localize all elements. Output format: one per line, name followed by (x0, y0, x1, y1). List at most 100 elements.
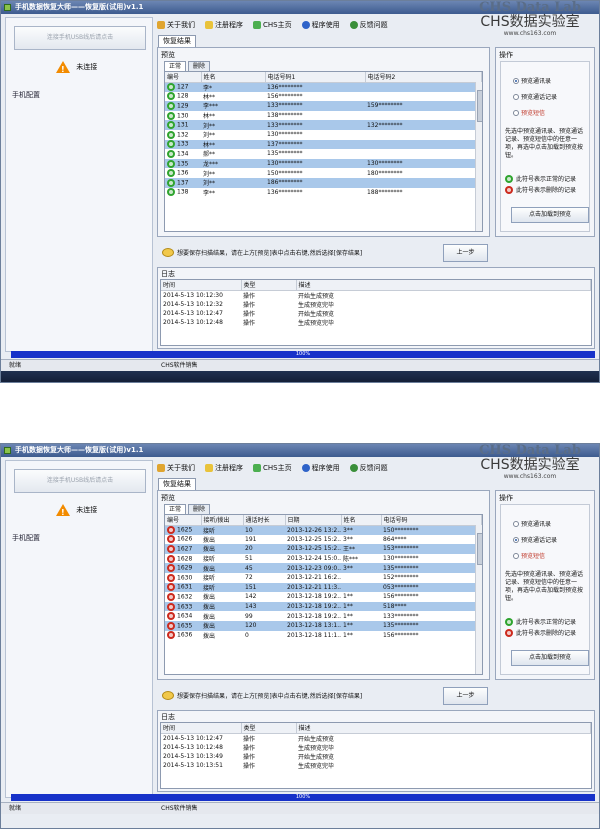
table-row[interactable]: 137 刘** 186******** (165, 177, 482, 188)
previous-step-button[interactable]: 上一步 (443, 244, 488, 262)
table-row[interactable]: 1636 拨出 0 2013-12-18 11:1... 1** 156******** (165, 631, 482, 641)
feedback-icon (349, 464, 358, 472)
radio-contacts[interactable]: 预览通讯录 (513, 76, 551, 85)
radio-calllog[interactable]: 预览通话记录 (513, 535, 557, 544)
deleted-record-icon (167, 564, 175, 573)
table-cell: 刘** (201, 120, 265, 130)
preview-subtabs: 正常 删除 (164, 61, 211, 71)
table-row[interactable]: 128 林** 156******** (165, 92, 482, 102)
deleted-record-icon (167, 612, 175, 621)
table-row[interactable]: 133 林** 137******** (165, 139, 482, 150)
table-row[interactable]: 1635 拨出 120 2013-12-18 13:1... 1** 135*******… (165, 620, 482, 631)
table-row[interactable]: 131 刘** 133******** 132******** (165, 120, 482, 130)
log-row[interactable]: 2014-5-13 10:12:30 操作 开始生成预览 (161, 290, 591, 300)
log-cell: 2014-5-13 10:12:48 (163, 318, 223, 326)
radio-sms-button[interactable] (513, 109, 519, 116)
status-sales: CHS软件销售 (161, 805, 198, 812)
table-row[interactable]: 1633 拨出 143 2013-12-18 19:2... 1** 518**** (165, 601, 482, 612)
log-row[interactable]: 2014-5-13 10:12:48 操作 生成预览完毕 (161, 743, 591, 752)
table-row[interactable]: 1625 接听 10 2013-12-26 13:2... 3** 150******** (165, 525, 482, 535)
radio-sms-button[interactable] (513, 552, 519, 559)
table-row[interactable]: 130 林** 138******** (165, 111, 482, 121)
register-button[interactable]: 注册程序 (205, 463, 243, 473)
preview-col-0: 编号 (165, 515, 202, 526)
tab-recover-result[interactable]: 恢复结果 (158, 478, 196, 490)
log-cell: 2014-5-13 10:13:49 (163, 752, 223, 760)
log-row[interactable]: 2014-5-13 10:13:51 操作 生成预览完毕 (161, 761, 591, 770)
log-title: 日志 (161, 713, 175, 721)
tab-recover-result[interactable]: 恢复结果 (158, 35, 196, 47)
table-row[interactable]: 1626 拨出 191 2013-12-25 15:2... 3** 864**** (165, 535, 482, 545)
feedback-button[interactable]: 反馈问题 (349, 463, 388, 473)
tab-normal[interactable]: 正常 (164, 504, 187, 514)
log-row[interactable]: 2014-5-13 10:12:47 操作 开始生成预览 (161, 733, 591, 743)
table-row[interactable]: 136 刘** 150******** 180******** (165, 168, 482, 178)
preview-grid[interactable]: 编号 接听/拨出 通话时长 日期 姓名 电话号码 1625 接听 10 2013-12-26 1… (164, 514, 483, 675)
table-cell: 188******** (367, 188, 403, 196)
program-help-button[interactable]: 程序使用 (301, 463, 340, 473)
table-row[interactable]: 1629 拨出 45 2013-12-23 09:0... 3** 135******** (165, 563, 482, 573)
normal-record-icon (167, 121, 175, 130)
about-us-button[interactable]: 关于我们 (157, 463, 195, 473)
chs-home-button[interactable]: CHS主页 (253, 463, 292, 473)
log-row[interactable]: 2014-5-13 10:12:32 操作 生成预览完毕 (161, 300, 591, 309)
log-row[interactable]: 2014-5-13 10:12:47 操作 开始生成预览 (161, 309, 591, 318)
program-help-button[interactable]: 程序使用 (301, 20, 340, 30)
load-preview-button[interactable]: 点击加载到预览 (511, 207, 589, 223)
table-row[interactable]: 1632 拨出 142 2013-12-18 19:2... 1** 156*******… (165, 592, 482, 602)
table-cell: 1633 (165, 601, 201, 612)
radio-sms[interactable]: 预览短信 (513, 551, 545, 560)
app-icon (4, 4, 11, 11)
radio-contacts-button[interactable] (513, 77, 519, 84)
log-cell: 2014-5-13 10:12:47 (163, 734, 223, 742)
tab-normal[interactable]: 正常 (164, 61, 187, 71)
tab-deleted[interactable]: 删除 (188, 504, 211, 514)
preview-grid[interactable]: 编号 姓名 电话号码1 电话号码2 127 李* 136******** 128 林** 156… (164, 71, 483, 232)
chs-home-button[interactable]: CHS主页 (253, 20, 292, 30)
log-grid[interactable]: 时间 类型 描述 2014-5-13 10:12:30 操作 开始生成预览 2014-… (160, 279, 592, 346)
radio-sms[interactable]: 预览短信 (513, 108, 545, 117)
feedback-button[interactable]: 反馈问题 (349, 20, 388, 30)
table-cell: 1634 (165, 611, 201, 621)
table-cell: 3** (341, 563, 381, 573)
table-cell: 2013-12-18 19:2... (287, 612, 341, 620)
load-preview-button[interactable]: 点击加载到预览 (511, 650, 589, 666)
previous-step-button[interactable]: 上一步 (443, 687, 488, 705)
usb-connect-button[interactable]: 连接手机USB线后请点击 (14, 469, 146, 493)
normal-record-icon (167, 101, 175, 110)
log-grid[interactable]: 时间 类型 描述 2014-5-13 10:12:47 操作 开始生成预览 2014-… (160, 722, 592, 789)
table-row[interactable]: 1631 接听 151 2013-12-21 11:3... 053******** (165, 582, 482, 593)
tab-deleted[interactable]: 删除 (188, 61, 211, 71)
table-row[interactable]: 1634 拨出 99 2013-12-18 19:2... 1** 133******** (165, 611, 482, 621)
radio-contacts-button[interactable] (513, 520, 519, 527)
log-cell: 2014-5-13 10:12:30 (163, 291, 223, 299)
radio-calllog-button[interactable] (513, 93, 519, 100)
log-panel: 日志 时间 类型 描述 2014-5-13 10:12:30 操作 开始生成预览 20… (157, 267, 595, 349)
table-row[interactable]: 135 龙*** 130******** 130******** (165, 158, 482, 169)
radio-calllog[interactable]: 预览通话记录 (513, 92, 557, 101)
register-button[interactable]: 注册程序 (205, 20, 243, 30)
log-row[interactable]: 2014-5-13 10:13:49 操作 开始生成预览 (161, 752, 591, 761)
toolbar: 关于我们 注册程序 CHS主页 程序使用 反馈问题 (157, 18, 388, 32)
table-row[interactable]: 1630 接听 72 2013-12-21 16:2... 152******** (165, 573, 482, 583)
table-row[interactable]: 132 刘** 130******** (165, 130, 482, 140)
about-us-button[interactable]: 关于我们 (157, 20, 195, 30)
table-cell: 郝** (203, 151, 216, 159)
log-col-time: 时间 (161, 280, 242, 291)
table-row[interactable]: 138 李** 136******** 188******** (165, 188, 482, 198)
watermark: CHS Data Lab CHS数据实验室 www.chs163.com (465, 444, 595, 480)
radio-contacts[interactable]: 预览通讯录 (513, 519, 551, 528)
table-row[interactable]: 1627 拨出 20 2013-12-25 15:2... 王** 153******** (165, 544, 482, 554)
table-row[interactable]: 1628 接听 51 2013-12-24 15:0... 陈*** 130*******… (165, 554, 482, 564)
log-row[interactable]: 2014-5-13 10:12:48 操作 生成预览完毕 (161, 318, 591, 327)
radio-calllog-button[interactable] (513, 536, 519, 543)
table-row[interactable]: 129 李*** 133******** 159******** (165, 101, 482, 111)
preview-scrollbar[interactable] (475, 82, 482, 231)
preview-scrollbar[interactable] (475, 525, 482, 674)
usb-connect-button[interactable]: 连接手机USB线后请点击 (14, 26, 146, 50)
table-cell: 1625 (165, 525, 201, 535)
screenshot-calllog: 手机数据恢复大师——恢复版(试用)v1.1 CHS Data Lab CHS数据… (0, 443, 600, 829)
table-row[interactable]: 127 李* 136******** (165, 82, 482, 92)
table-row[interactable]: 134 郝** 135******** (165, 149, 482, 159)
table-cell: 2013-12-26 13:2... (285, 525, 341, 535)
